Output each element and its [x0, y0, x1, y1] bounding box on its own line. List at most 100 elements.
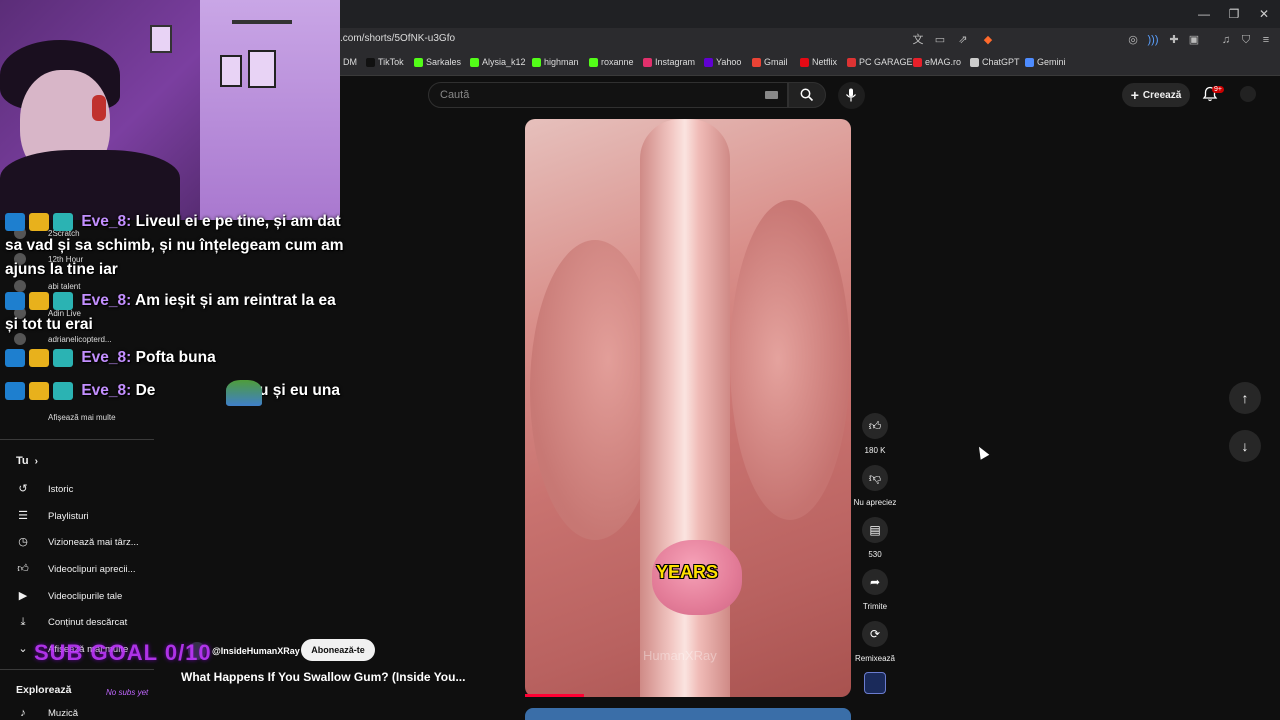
- chat-username: Eve_8:: [81, 382, 132, 399]
- chat-message: Eve_8: De iau și eu una: [5, 379, 345, 403]
- sidebar-item[interactable]: ⤓ Conținut descărcat: [16, 615, 128, 629]
- next-short-preview[interactable]: [525, 708, 851, 720]
- bookmark-item[interactable]: Sarkales: [414, 57, 461, 67]
- bookmark-label: highman: [544, 57, 579, 67]
- sidebar-item-label: Videoclipurile tale: [48, 590, 123, 602]
- keyboard-icon[interactable]: [765, 91, 778, 99]
- search-button[interactable]: [788, 82, 826, 108]
- minimize-icon[interactable]: —: [1196, 6, 1212, 22]
- no-subs-label: No subs yet: [106, 688, 149, 697]
- show-more-subscriptions[interactable]: Afișează mai multe: [48, 413, 116, 422]
- notification-count-badge: 9+: [1212, 86, 1224, 93]
- next-short-button[interactable]: ↓: [1229, 430, 1261, 462]
- create-button[interactable]: + Creează: [1122, 83, 1190, 107]
- bookmark-favicon-icon: [470, 57, 479, 67]
- sidebar-icon[interactable]: ▣: [1186, 32, 1202, 48]
- bookmark-item[interactable]: Gmail: [752, 57, 788, 67]
- frog-emote-icon: [226, 380, 262, 406]
- streamer-webcam: [0, 0, 340, 220]
- sidebar-item[interactable]: 👍︎ Videoclipuri aprecii...: [16, 562, 135, 576]
- chat-username: Eve_8:: [81, 213, 132, 230]
- bookmark-item[interactable]: eMAG.ro: [913, 57, 961, 67]
- sidebar-divider: [0, 439, 154, 440]
- like-button[interactable]: 👍︎: [862, 413, 888, 439]
- audio-icon[interactable]: ))): [1145, 32, 1161, 48]
- bookmark-favicon-icon: [913, 57, 922, 67]
- video-caption: YEARS: [656, 562, 719, 582]
- cast-icon[interactable]: ▭: [932, 32, 948, 48]
- comments-button[interactable]: ▤: [862, 517, 888, 543]
- vpn-shield-icon[interactable]: ⛉: [1238, 32, 1254, 48]
- webcam-wall: [200, 0, 340, 220]
- bookmark-item[interactable]: Gemini: [1025, 57, 1066, 67]
- bookmark-item[interactable]: Instagram: [643, 57, 695, 67]
- sidebar-item-label: Muzică: [48, 707, 79, 719]
- close-icon[interactable]: ✕: [1256, 6, 1272, 22]
- bookmark-favicon-icon: [643, 57, 652, 67]
- moderator-badge-icon: [5, 381, 25, 400]
- bookmark-favicon-icon: [800, 57, 809, 67]
- music-note-icon[interactable]: ♫: [1218, 32, 1234, 48]
- channel-name[interactable]: @InsideHumanXRay: [212, 646, 300, 656]
- brave-shield-icon[interactable]: ◆: [980, 32, 996, 48]
- search-icon: [800, 88, 814, 102]
- bookmark-item[interactable]: TikTok: [366, 57, 404, 67]
- moderator-badge-icon: [5, 348, 25, 367]
- search-placeholder: Caută: [440, 89, 470, 101]
- bookmark-favicon-icon: [532, 57, 541, 67]
- webcam-shelf: [232, 20, 292, 24]
- crown-badge-icon: [29, 381, 49, 400]
- video-tissue-right: [730, 200, 850, 520]
- bookmark-item[interactable]: roxanne: [589, 57, 634, 67]
- bookmark-label: Sarkales: [426, 57, 462, 67]
- bookmark-item[interactable]: ChatGPT: [970, 57, 1020, 67]
- remix-label: Remixează: [854, 654, 895, 663]
- video-title[interactable]: What Happens If You Swallow Gum? (Inside…: [181, 670, 465, 684]
- account-avatar[interactable]: [1240, 86, 1256, 102]
- remix-button[interactable]: ⟳: [862, 621, 888, 647]
- sidebar-item[interactable]: ↺ Istoric: [16, 482, 73, 496]
- headset-icon: [92, 95, 106, 121]
- bookmark-item[interactable]: PC GARAGE: [847, 57, 913, 67]
- bookmark-item[interactable]: Yahoo: [704, 57, 741, 67]
- search-input[interactable]: [428, 82, 788, 108]
- bookmark-item[interactable]: highman: [532, 57, 579, 67]
- sidebar-item[interactable]: ♪ Muzică: [16, 706, 78, 720]
- comment-count: 530: [868, 550, 882, 559]
- bookmark-item[interactable]: Netflix: [800, 57, 837, 67]
- bookmark-favicon-icon: [1025, 57, 1034, 67]
- webcam-picture-frame: [220, 55, 242, 87]
- previous-short-button[interactable]: ↑: [1229, 382, 1261, 414]
- restore-icon[interactable]: ❐: [1226, 6, 1242, 22]
- voice-search-button[interactable]: [838, 82, 865, 109]
- video-watermark: HumanXRay: [643, 648, 717, 663]
- dislike-label: Nu apreciez: [853, 498, 897, 507]
- share-label: Trimite: [862, 602, 888, 611]
- share-button[interactable]: ➦: [862, 569, 888, 595]
- bookmark-label: Netflix: [812, 57, 838, 67]
- extensions-icon[interactable]: ✚: [1166, 32, 1182, 48]
- bookmark-favicon-icon: [704, 57, 713, 67]
- sidebar-item[interactable]: ◷ Vizionează mai târz...: [16, 535, 138, 549]
- dislike-button[interactable]: 👎︎: [862, 465, 888, 491]
- like-count: 180 K: [864, 446, 886, 455]
- video-progress-bar[interactable]: [525, 694, 584, 697]
- sound-avatar[interactable]: [864, 672, 886, 694]
- sidebar-section-you[interactable]: Tu ›: [16, 455, 38, 467]
- gamepad-icon[interactable]: ◎: [1125, 32, 1141, 48]
- translate-icon[interactable]: 文: [910, 32, 926, 48]
- chevron-down-icon: ⌄: [18, 643, 28, 655]
- bookmark-item[interactable]: Alysia_k12: [470, 57, 526, 67]
- url-text[interactable]: .com/shorts/5OfNK-u3Gfo: [340, 33, 455, 44]
- chat-message: Eve_8: Liveul ei e pe tine, și am dat sa…: [5, 210, 345, 282]
- menu-icon[interactable]: ≡: [1258, 32, 1274, 48]
- sidebar-item-label: Istoric: [48, 483, 74, 495]
- moderator-badge-icon: [5, 212, 25, 231]
- share-page-icon[interactable]: ⇗: [955, 32, 971, 48]
- remix-icon: ⟳: [869, 627, 881, 641]
- bookmark-favicon-icon: [970, 57, 979, 67]
- sidebar-item-label: Conținut descărcat: [48, 616, 128, 628]
- sidebar-item[interactable]: ☰ Playlisturi: [16, 509, 89, 523]
- sidebar-item[interactable]: ▶ Videoclipurile tale: [16, 589, 123, 603]
- subscribe-button[interactable]: Abonează-te: [301, 639, 375, 661]
